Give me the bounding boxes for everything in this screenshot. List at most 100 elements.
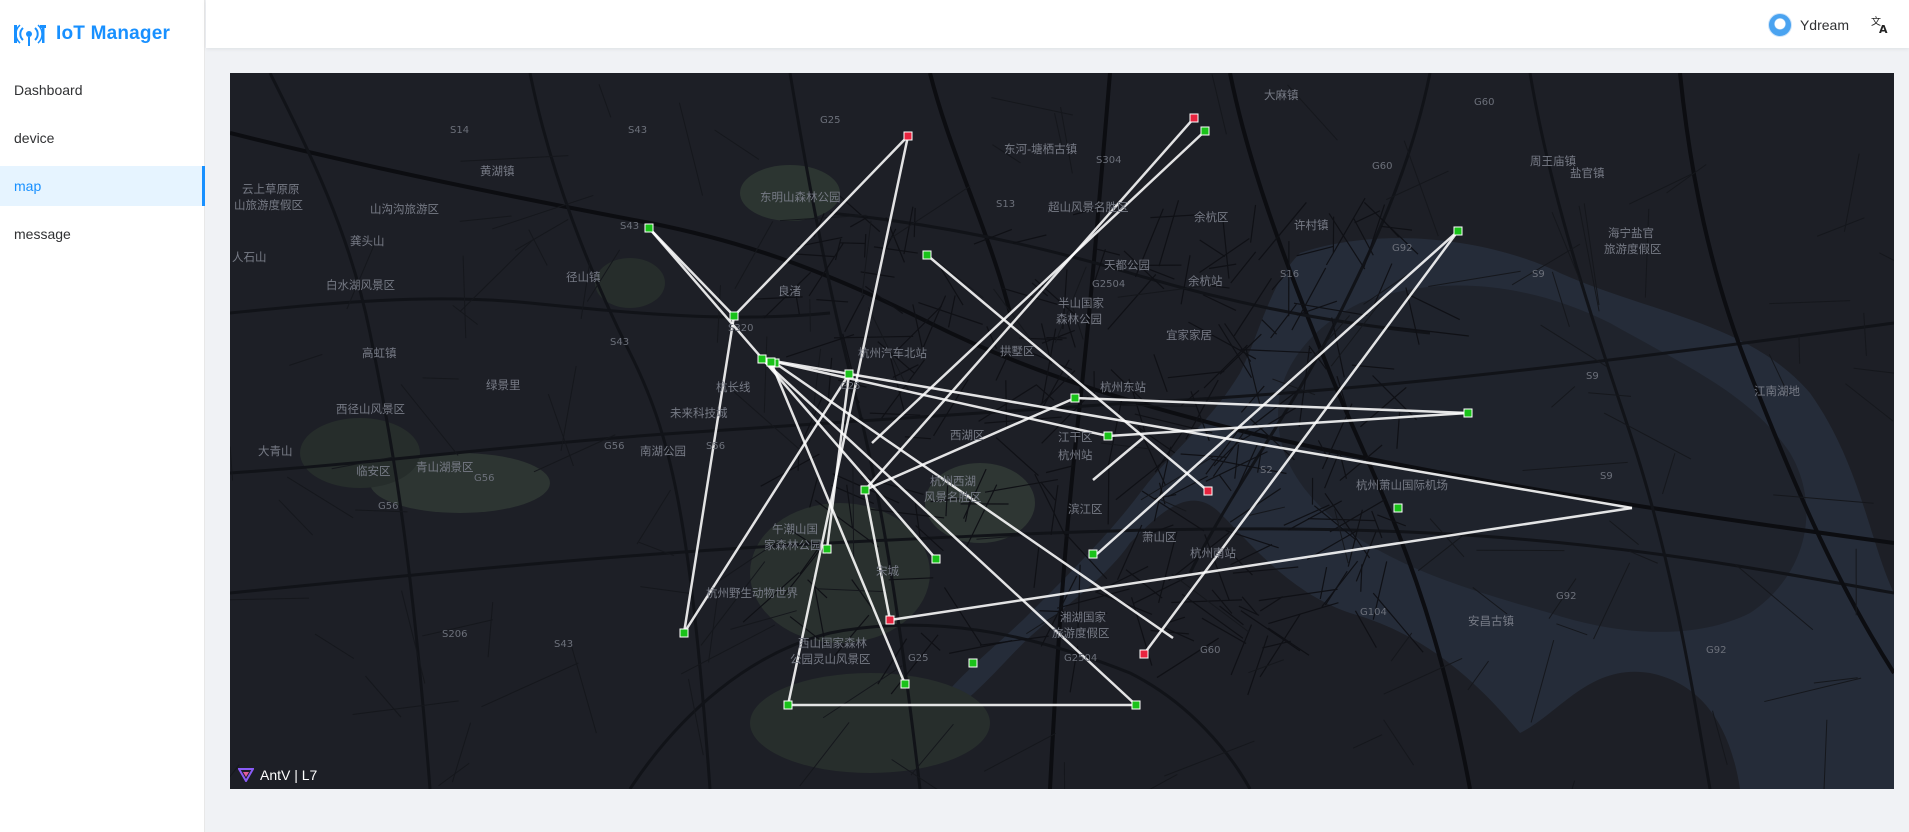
map-road-label: G25 <box>908 653 929 664</box>
device-marker-online[interactable] <box>860 485 870 495</box>
map-place-label: 径山镇 <box>566 270 601 284</box>
map-road-label: S43 <box>610 337 630 348</box>
map-place-label: 山沟沟旅游区 <box>370 202 439 216</box>
device-marker-alarm[interactable] <box>885 615 895 625</box>
device-marker-online[interactable] <box>1103 431 1113 441</box>
map-place-label: 许村镇 <box>1294 218 1329 232</box>
map-place-label: 高虹镇 <box>362 346 397 360</box>
map-road-label: S43 <box>628 125 648 136</box>
device-marker-online[interactable] <box>1393 503 1403 513</box>
username[interactable]: Ydream <box>1800 17 1849 33</box>
sidebar-item-device[interactable]: device <box>0 118 205 158</box>
map-place-label: 海宁盐官 <box>1608 226 1654 240</box>
map-road-label: G2504 <box>1064 653 1098 664</box>
device-marker-online[interactable] <box>1131 700 1141 710</box>
device-marker-online[interactable] <box>1453 226 1463 236</box>
svg-text:A: A <box>1879 23 1888 34</box>
map-place-label: 余杭区 <box>1194 210 1229 224</box>
map-road-label: G56 <box>474 473 495 484</box>
device-marker-alarm[interactable] <box>903 131 913 141</box>
sidebar-item-dashboard[interactable]: Dashboard <box>0 70 205 110</box>
device-marker-alarm[interactable] <box>1203 486 1213 496</box>
device-marker-online[interactable] <box>644 223 654 233</box>
map-road-label: G2504 <box>1092 279 1126 290</box>
map-place-label: 安昌古镇 <box>1468 614 1514 628</box>
avatar-icon[interactable] <box>1767 13 1792 37</box>
iot-logo-icon <box>14 24 46 46</box>
map-street <box>1005 380 1008 431</box>
device-marker-online[interactable] <box>679 628 689 638</box>
map-road-label: G56 <box>604 441 625 452</box>
map-place-label: 家森林公园 <box>764 538 822 552</box>
device-marker-online[interactable] <box>1070 393 1080 403</box>
device-marker-alarm[interactable] <box>1139 649 1149 659</box>
map-street <box>1063 762 1066 789</box>
map-place-label: 杭州汽车北站 <box>858 346 927 360</box>
user-menu[interactable]: Ydream <box>1767 12 1849 38</box>
device-marker-online[interactable] <box>729 311 739 321</box>
sidebar-item-message[interactable]: message <box>0 214 205 254</box>
map-place-label: 西山国家森林 <box>798 636 867 650</box>
device-marker-alarm[interactable] <box>1189 113 1199 123</box>
map-place-label: 云上草原原 <box>242 182 300 196</box>
map-place-label: 人石山 <box>232 250 267 264</box>
map-place-label: 风景名胜区 <box>924 490 982 504</box>
app-title: IoT Manager <box>56 23 171 44</box>
map-place-label: 杭长线 <box>716 380 751 394</box>
map-place-label: 萧山区 <box>1142 530 1177 544</box>
device-marker-online[interactable] <box>844 369 854 379</box>
device-marker-online[interactable] <box>1463 408 1473 418</box>
map-place-label: 宋城 <box>876 564 899 578</box>
map-place-label: 森林公园 <box>1056 312 1102 326</box>
map-road-label: S16 <box>1280 269 1300 280</box>
map-road-label: G60 <box>1200 645 1221 656</box>
map-place-label: 天都公园 <box>1104 258 1150 272</box>
map-place-label: 旅游度假区 <box>1052 626 1110 640</box>
map-attribution[interactable]: AntV | L7 <box>238 767 317 783</box>
map-road-label: G104 <box>1360 607 1387 618</box>
device-marker-online[interactable] <box>757 354 767 364</box>
device-marker-online[interactable] <box>1200 126 1210 136</box>
sidebar: IoT Manager Dashboard device map message <box>0 0 205 832</box>
device-marker-online[interactable] <box>968 658 978 668</box>
device-marker-online[interactable] <box>766 357 776 367</box>
map-street <box>809 299 811 332</box>
map-view[interactable]: 云上草原原 山旅游度假区 山沟沟旅游区 龚头山 人石山 白水湖风景区 高虹镇 绿景里 西径山风景… <box>230 73 1894 789</box>
device-marker-online[interactable] <box>822 544 832 554</box>
map-road-label: G25 <box>820 115 841 126</box>
map-road-label: G60 <box>1372 161 1393 172</box>
map-place-label: 杭州西湖 <box>930 474 976 488</box>
brand[interactable]: IoT Manager <box>12 18 170 50</box>
map-place-label: 公园灵山风景区 <box>790 652 871 666</box>
map-place-label: 青山湖景区 <box>416 460 474 474</box>
device-marker-online[interactable] <box>931 554 941 564</box>
map-place-label: 东河-塘栖古镇 <box>1004 142 1078 156</box>
map-place-label: 宜家家居 <box>1166 328 1212 342</box>
attribution-text: AntV | L7 <box>260 767 318 783</box>
map-place-label: 东明山森林公园 <box>760 190 841 204</box>
map-place-label: 杭州萧山国际机场 <box>1356 478 1448 492</box>
sidebar-item-map[interactable]: map <box>0 166 205 206</box>
device-marker-online[interactable] <box>922 250 932 260</box>
map-place-label: 大青山 <box>258 444 293 458</box>
map-place-label: 杭州站 <box>1058 448 1093 462</box>
map-place-label: 山旅游度假区 <box>234 198 303 212</box>
map-place-label: 黄湖镇 <box>480 164 515 178</box>
map-place-label: 超山风景名胜区 <box>1048 200 1129 214</box>
device-marker-online[interactable] <box>1088 549 1098 559</box>
map-street <box>1107 465 1110 525</box>
map-road-label: S43 <box>554 639 574 650</box>
map-place-label: 南湖公园 <box>640 444 686 458</box>
sidebar-menu: Dashboard device map message <box>0 70 205 262</box>
map-place-label: 午潮山国 <box>772 522 818 536</box>
map-place-label: 江南湖地 <box>1754 384 1800 398</box>
map-place-label: 白水湖风景区 <box>326 278 395 292</box>
translate-icon[interactable]: 文 A <box>1869 13 1891 35</box>
device-marker-online[interactable] <box>900 679 910 689</box>
device-marker-online[interactable] <box>783 700 793 710</box>
map-place-label: 龚头山 <box>350 234 385 248</box>
map-road-label: S9 <box>1586 371 1599 382</box>
map-place-label: 江干区 <box>1058 430 1093 444</box>
map-place-label: 拱墅区 <box>1000 344 1035 358</box>
map-place-label: 良渚 <box>778 284 801 298</box>
